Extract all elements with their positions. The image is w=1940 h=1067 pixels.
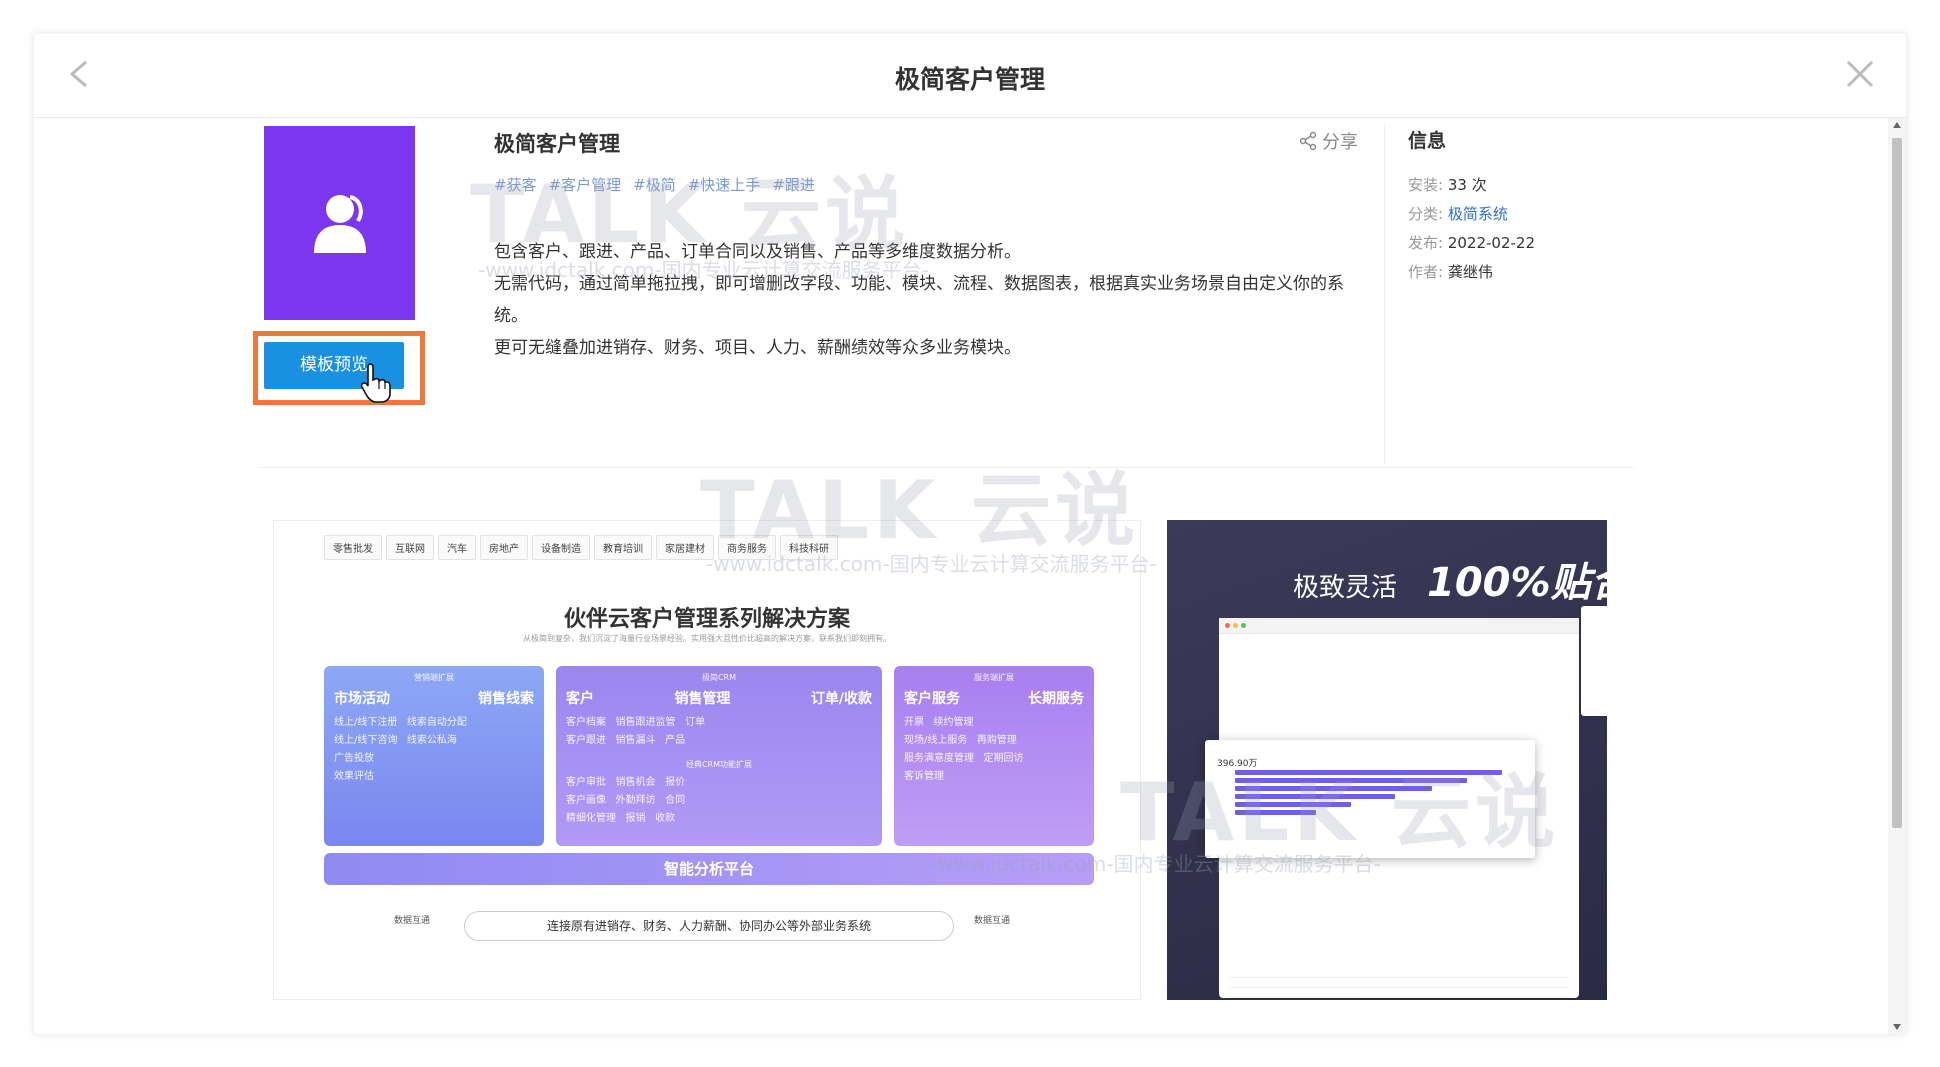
- crm-column: 极简CRM 客户 销售管理 订单/收款 客户档案 销售跟进监管 订单 客户跟进 销售…: [556, 666, 882, 846]
- info-install: 安装: 33 次: [1408, 176, 1487, 194]
- industry-bar: 零售批发 互联网 汽车 房地产 设备制造 教育培训 家居建材 商务服务 科技科研: [324, 535, 838, 560]
- share-label: 分享: [1322, 132, 1358, 153]
- scroll-down-arrow-icon[interactable]: [1893, 1024, 1901, 1030]
- tag-item[interactable]: #快速上手: [688, 174, 761, 195]
- hand-cursor-icon: [360, 363, 391, 403]
- analytics-platform-bar: 智能分析平台: [324, 853, 1094, 885]
- description-line: 包含客户、跟进、产品、订单合同以及销售、产品等多维度数据分析。: [494, 242, 1021, 262]
- tag-item[interactable]: #跟进: [772, 174, 815, 195]
- vertical-scrollbar[interactable]: [1888, 118, 1906, 1034]
- preview-screenshot-dashboard[interactable]: 极致灵活100%贴合 396.90万: [1167, 520, 1607, 1000]
- app-title: 极简客户管理: [494, 132, 620, 156]
- service-column: 服务端扩展 客户服务 长期服务 开票 续约管理 现场/线上服务 再购管理 服务满意…: [894, 666, 1094, 846]
- modal-header: 极简客户管理: [34, 34, 1906, 118]
- industry-item: 房地产: [480, 535, 528, 560]
- scroll-thumb[interactable]: [1892, 138, 1902, 828]
- share-button[interactable]: 分享: [1298, 128, 1358, 154]
- industry-item: 科技科研: [780, 535, 838, 560]
- app-icon: [264, 126, 415, 320]
- category-link[interactable]: 极简系统: [1448, 205, 1508, 223]
- chart-popup: 396.90万: [1205, 740, 1535, 858]
- side-panel: [1581, 606, 1607, 716]
- industry-item: 商务服务: [718, 535, 776, 560]
- chart-value: 396.90万: [1217, 759, 1258, 769]
- tag-item[interactable]: #客户管理: [549, 174, 622, 195]
- data-sync-label: 数据互通: [394, 916, 431, 926]
- info-category: 分类: 极简系统: [1408, 205, 1508, 223]
- info-author: 作者: 龚继伟: [1408, 263, 1493, 281]
- modal-title: 极简客户管理: [894, 65, 1045, 94]
- section-divider: [260, 467, 1634, 468]
- industry-item: 教育培训: [594, 535, 652, 560]
- app-description: 包含客户、跟进、产品、订单合同以及销售、产品等多维度数据分析。 无需代码，通过简…: [494, 236, 1374, 364]
- industry-item: 汽车: [438, 535, 476, 560]
- industry-item: 家居建材: [656, 535, 714, 560]
- slogan: 极致灵活100%贴合: [1293, 560, 1607, 606]
- user-icon: [313, 195, 366, 253]
- info-panel: 信息 安装: 33 次 分类: 极简系统 发布: 2022-02-22 作者: …: [1408, 126, 1535, 287]
- description-line: 无需代码，通过简单拖拉拽，即可增删改字段、功能、模块、流程、数据图表，根据真实业…: [494, 274, 1344, 326]
- close-icon: [1846, 60, 1874, 88]
- scroll-up-arrow-icon[interactable]: [1893, 122, 1901, 128]
- tag-list: #获客 #客户管理 #极简 #快速上手 #跟进: [494, 174, 815, 195]
- industry-item: 设备制造: [532, 535, 590, 560]
- marketing-column: 营销端扩展 市场活动 销售线索 线上/线下注册 线索自动分配 线上/线下咨询 线索…: [324, 666, 544, 846]
- description-line: 更可无缝叠加进销存、财务、项目、人力、薪酬绩效等众多业务模块。: [494, 338, 1021, 358]
- industry-item: 互联网: [386, 535, 434, 560]
- tag-item[interactable]: #极简: [633, 174, 676, 195]
- info-publish: 发布: 2022-02-22: [1408, 234, 1536, 252]
- tag-item[interactable]: #获客: [494, 174, 537, 195]
- close-button[interactable]: [1840, 54, 1880, 94]
- data-sync-label: 数据互通: [974, 916, 1011, 926]
- share-icon: [1299, 131, 1317, 151]
- industry-item: 零售批发: [324, 535, 382, 560]
- info-title: 信息: [1408, 130, 1447, 152]
- preview-screenshot-solution[interactable]: 零售批发 互联网 汽车 房地产 设备制造 教育培训 家居建材 商务服务 科技科研…: [273, 520, 1141, 1000]
- external-systems-box: 连接原有进销存、财务、人力薪酬、协同办公等外部业务系统: [464, 911, 954, 941]
- info-divider: [1384, 124, 1385, 464]
- solution-subtitle: 从极简到复杂，我们沉淀了海量行业场景经验。实用强大且性价比超高的解决方案，联系我…: [523, 634, 891, 643]
- solution-title: 伙伴云客户管理系列解决方案: [563, 607, 850, 632]
